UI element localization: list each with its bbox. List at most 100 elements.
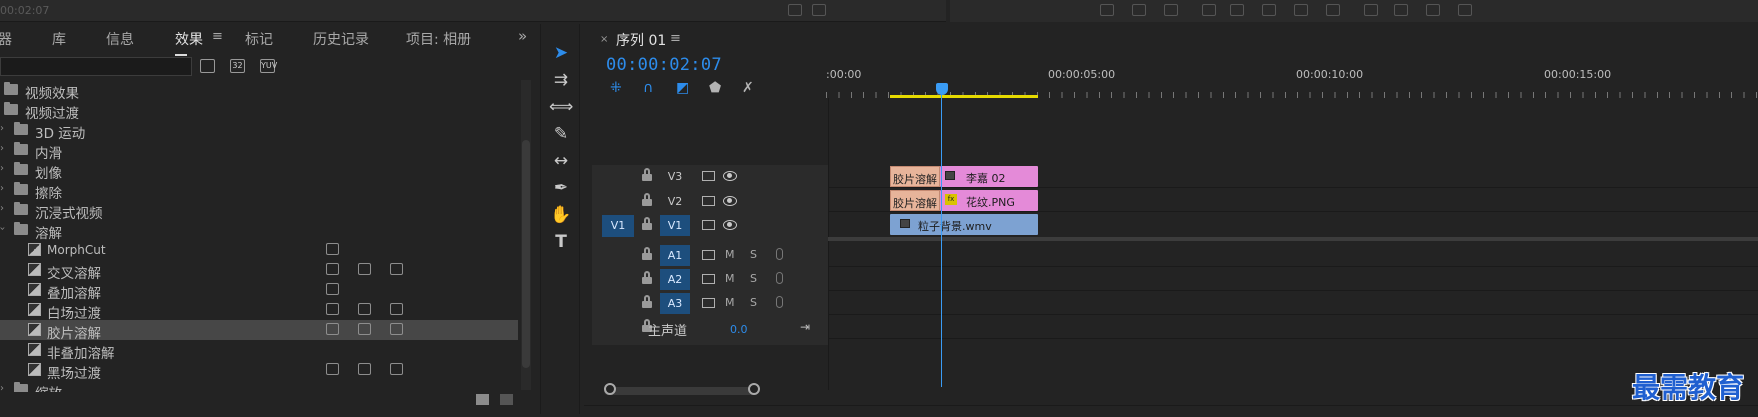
timeline-settings-icon[interactable]: ✗ (742, 80, 754, 96)
tree-item-selected[interactable]: 胶片溶解 (0, 320, 518, 342)
linked-selection-icon[interactable]: ◩ (676, 80, 689, 96)
tab-markers[interactable]: 标记 (245, 29, 273, 49)
mic-icon[interactable] (776, 296, 783, 308)
mute-button[interactable]: M (725, 272, 735, 285)
chevron-right-icon[interactable]: › (0, 203, 4, 214)
track-header-v3[interactable]: V3 (592, 165, 828, 188)
track-name[interactable]: A3 (660, 293, 690, 314)
transition-clip-v2[interactable]: 胶片溶解 (890, 190, 940, 211)
tree-item[interactable]: MorphCut (0, 240, 518, 260)
step-forward-icon[interactable] (1294, 4, 1308, 16)
mark-out-icon[interactable] (1164, 4, 1178, 16)
eye-icon[interactable] (723, 171, 737, 181)
track-header-v1[interactable]: V1 (592, 214, 828, 237)
tree-item[interactable]: 黑场过渡 (0, 360, 518, 382)
tree-item[interactable]: › 缩放 (0, 380, 518, 392)
tree-item[interactable]: 白场过渡 (0, 300, 518, 322)
overflow-chevron-icon[interactable]: » (518, 27, 527, 45)
track-header-master[interactable] (592, 316, 828, 339)
export-frame-icon[interactable] (812, 4, 826, 16)
track-header-a1[interactable]: A1 M S (592, 244, 828, 267)
solo-button[interactable]: S (750, 272, 757, 285)
sync-lock-icon[interactable] (702, 250, 715, 260)
sync-lock-icon[interactable] (702, 220, 715, 230)
tree-item[interactable]: › 擦除 (0, 180, 518, 202)
zoom-handle-right[interactable] (748, 383, 760, 395)
go-to-end-icon[interactable]: ⇥ (800, 320, 810, 334)
new-bin-icon[interactable] (476, 394, 489, 405)
chevron-right-icon[interactable]: › (0, 163, 4, 174)
tab-effects[interactable]: 效果 (175, 29, 203, 56)
tree-item[interactable]: › 划像 (0, 160, 518, 182)
tree-item[interactable]: › 溶解 (0, 220, 518, 242)
playhead-handle[interactable] (936, 83, 948, 95)
track-name[interactable]: A1 (660, 245, 690, 266)
snap-magnet-icon[interactable]: ∩ (643, 80, 653, 96)
effects-menu-icon[interactable]: ≡ (212, 29, 223, 44)
track-name[interactable]: V1 (660, 215, 690, 236)
tree-item[interactable]: 交叉溶解 (0, 260, 518, 282)
lift-icon[interactable] (1364, 4, 1378, 16)
tree-item[interactable]: 视频过渡 (0, 100, 518, 122)
master-volume-value[interactable]: 0.0 (730, 323, 748, 336)
mute-button[interactable]: M (725, 296, 735, 309)
chevron-right-icon[interactable]: › (0, 123, 4, 134)
tree-item[interactable]: › 沉浸式视频 (0, 200, 518, 222)
play-icon[interactable] (1262, 4, 1276, 16)
effects-search-input[interactable] (0, 57, 192, 76)
tree-scroll-thumb[interactable] (522, 140, 530, 368)
playhead-line[interactable] (941, 95, 942, 387)
razor-tool-icon[interactable]: ✎ (549, 122, 573, 146)
track-area[interactable] (828, 98, 1758, 390)
mic-icon[interactable] (776, 248, 783, 260)
tree-item[interactable]: 叠加溶解 (0, 280, 518, 302)
track-name[interactable]: V2 (660, 191, 690, 212)
zoom-handle-left[interactable] (604, 383, 616, 395)
solo-button[interactable]: S (750, 296, 757, 309)
chevron-down-icon[interactable]: › (0, 227, 8, 231)
lock-icon[interactable] (642, 193, 652, 206)
playhead-timecode[interactable]: 00:00:02:07 (606, 55, 722, 75)
clip-v2[interactable]: fx 花纹.PNG (940, 190, 1038, 211)
lock-icon[interactable] (642, 271, 652, 284)
track-name[interactable]: A2 (660, 269, 690, 290)
chevron-right-icon[interactable]: › (0, 143, 4, 154)
mute-button[interactable]: M (725, 248, 735, 261)
add-marker-icon[interactable]: ⬟ (709, 80, 721, 96)
solo-button[interactable]: S (750, 248, 757, 261)
sync-lock-icon[interactable] (702, 196, 715, 206)
tab-project[interactable]: 项目: 相册 (406, 29, 471, 49)
insert-icon[interactable] (788, 4, 802, 16)
tab-info[interactable]: 信息 (106, 29, 134, 49)
selection-tool-icon[interactable]: ➤ (549, 41, 573, 65)
track-header-a2[interactable]: A2 M S (592, 268, 828, 291)
button-editor-icon[interactable] (1458, 4, 1472, 16)
trash-icon[interactable] (500, 394, 513, 405)
tree-item[interactable]: › 3D 运动 (0, 120, 518, 142)
track-header-v2[interactable]: V2 (592, 190, 828, 213)
go-to-out-icon[interactable] (1326, 4, 1340, 16)
mark-in-icon[interactable] (1132, 4, 1146, 16)
slip-tool-icon[interactable]: ↔ (549, 149, 573, 173)
tree-item[interactable]: › 内滑 (0, 140, 518, 162)
close-tab-icon[interactable]: × (600, 34, 608, 45)
accelerated-effects-icon[interactable] (200, 59, 215, 73)
go-to-in-icon[interactable] (1202, 4, 1216, 16)
tab-item-0[interactable]: 器 (0, 29, 12, 49)
lock-icon[interactable] (642, 168, 652, 181)
tree-item[interactable]: 非叠加溶解 (0, 340, 518, 362)
sequence-menu-icon[interactable]: ≡ (670, 31, 681, 46)
mic-icon[interactable] (776, 272, 783, 284)
track-name[interactable]: V3 (660, 166, 690, 187)
yuv-filter-icon[interactable]: YUV (260, 59, 277, 73)
pen-tool-icon[interactable]: ✒ (549, 176, 573, 200)
export-frame-icon[interactable] (1426, 4, 1440, 16)
transition-clip-v3[interactable]: 胶片溶解 (890, 166, 940, 187)
sync-lock-icon[interactable] (702, 298, 715, 308)
sync-lock-icon[interactable] (702, 171, 715, 181)
eye-icon[interactable] (723, 196, 737, 206)
tab-library[interactable]: 库 (52, 29, 66, 49)
clip-v1[interactable]: 粒子背景.wmv (890, 214, 1038, 235)
video-audio-separator[interactable] (828, 237, 1758, 241)
lock-icon[interactable] (642, 217, 652, 230)
